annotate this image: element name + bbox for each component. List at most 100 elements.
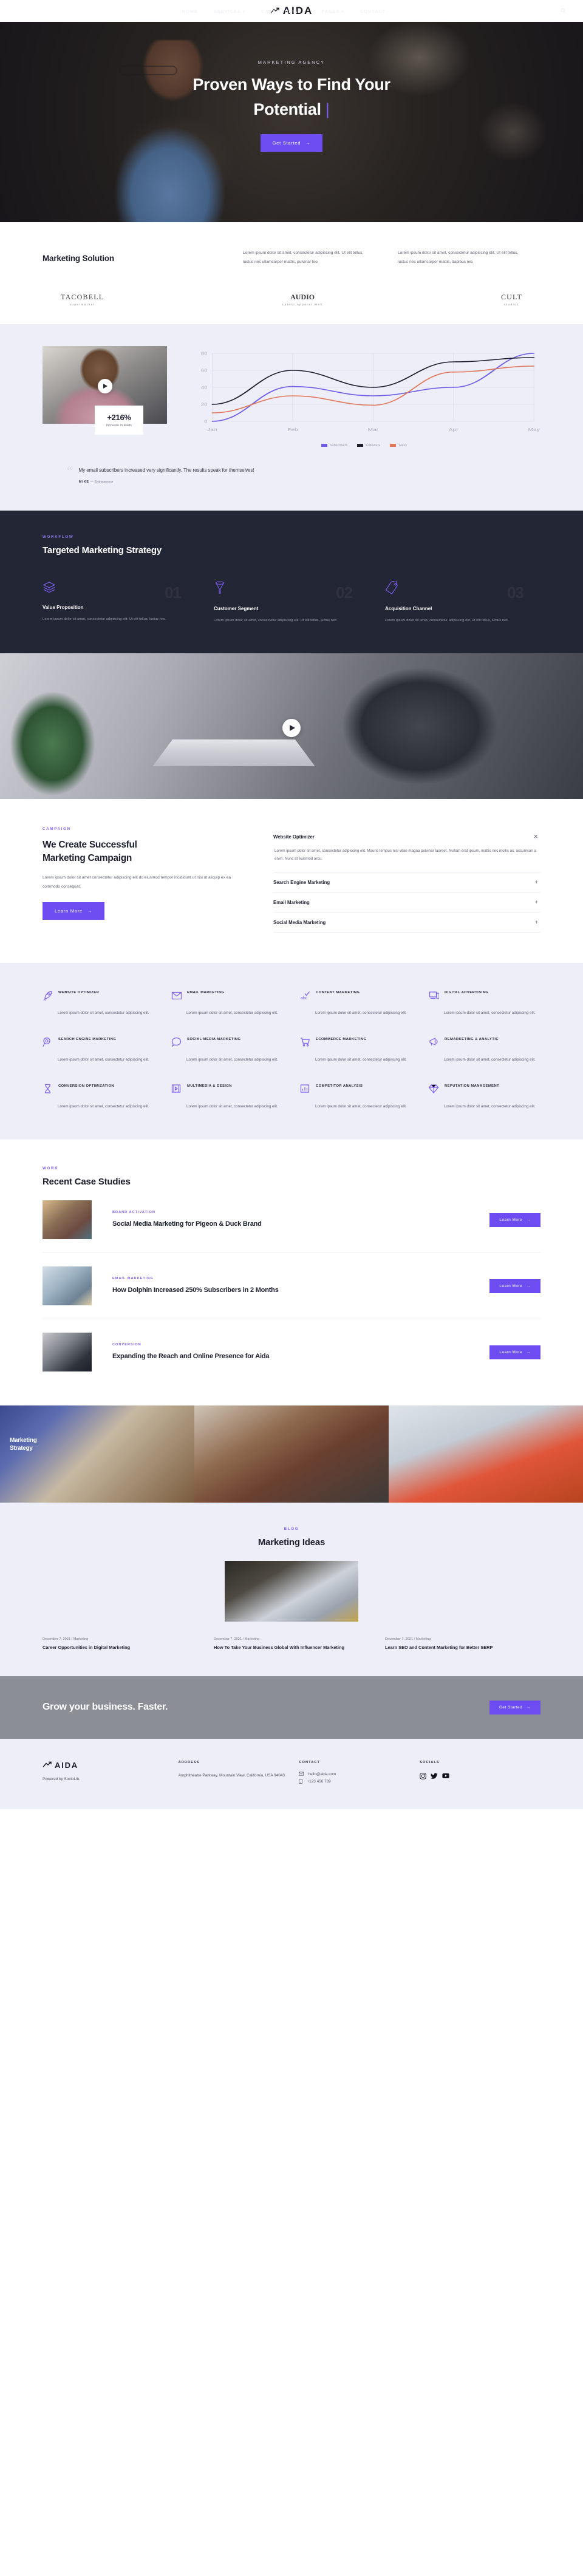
strip-photo-marketing-strategy [0, 1405, 194, 1503]
twitter-icon[interactable] [431, 1773, 438, 1779]
nav-item-pages[interactable]: PAGES ▾ [322, 8, 344, 14]
service-card[interactable]: WEBSITE OPTIMIZER Lorem ipsum dolor sit a… [43, 990, 154, 1017]
blog-post-card[interactable]: December 7, 2021 / Marketing Learn SEO a… [385, 1637, 540, 1652]
service-description: Lorem ipsum dolor sit amet, consectetur … [186, 1011, 278, 1016]
blog-post-title: How To Take Your Business Global With In… [214, 1645, 344, 1651]
service-card[interactable]: REMARKETING & ANALYTIC Lorem ipsum dolor … [429, 1036, 540, 1064]
case-study-row[interactable]: BRAND ACTIVATION Social Media Marketing … [43, 1187, 540, 1254]
close-icon[interactable]: ✕ [533, 834, 538, 840]
footer-phone-line[interactable]: +123 456 789 [299, 1778, 420, 1785]
service-card[interactable]: ECOMMERCE MARKETING Lorem ipsum dolor sit… [300, 1036, 412, 1064]
service-card[interactable]: SEARCH ENGINE MARKETING Lorem ipsum dolor… [43, 1036, 154, 1064]
svg-text:20: 20 [201, 402, 208, 407]
footer-brand-logo[interactable]: AIDA [43, 1761, 179, 1770]
workflow-eyebrow: WORKFLOW [43, 534, 74, 539]
svg-text:Mar: Mar [368, 427, 378, 432]
nav-item-case-studies[interactable]: CASE STUDIES ▾ [261, 8, 305, 14]
testimonial-video-card[interactable]: +216% increase in leads [43, 345, 167, 435]
arrow-right-icon: → [527, 1283, 531, 1288]
campaign-learn-more-button[interactable]: Learn More → [43, 902, 105, 920]
service-card[interactable]: abc CONTENT MARKETING Lorem ipsum dolor si… [300, 990, 412, 1017]
case-thumbnail [43, 1200, 92, 1240]
footer-address-heading: ADDRESS [178, 1760, 200, 1764]
play-icon[interactable] [282, 718, 301, 737]
service-name: SOCIAL MEDIA MARKETING [187, 1038, 241, 1042]
step-description: Lorem ipsum dolor sit amet, consectetur … [214, 618, 338, 622]
nav-links: HOME SERVICES ▾ CASE STUDIES ▾ PAGES ▾ CONT… [182, 8, 386, 14]
envelope-icon [171, 990, 182, 1004]
svg-text:May: May [528, 427, 540, 432]
hero-get-started-label: Get Started [272, 140, 301, 146]
service-card[interactable]: DIGITAL ADVERTISING Lorem ipsum dolor sit… [429, 990, 540, 1017]
blog-section: BLOG Marketing Ideas December 7, 2021 / … [0, 1503, 583, 1676]
service-card[interactable]: REPUTATION MANAGEMENT Lorem ipsum dolor s… [428, 1083, 540, 1110]
plus-icon[interactable]: + [535, 899, 538, 905]
service-card[interactable]: CONVERSION OPTIMIZATION Lorem ipsum dolor… [43, 1083, 154, 1110]
testimonial-author: MIKE — Entrepeneur [78, 480, 114, 484]
workflow-step-value-proposition: 01 Value Proposition Lorem ipsum dolor s… [43, 581, 198, 624]
plus-icon[interactable]: + [535, 919, 538, 925]
step-title: Customer Segment [214, 605, 259, 611]
chevron-down-icon: ▾ [341, 10, 344, 14]
video-banner-section[interactable] [0, 653, 583, 799]
accordion-header[interactable]: Website Optimizer ✕ [273, 827, 540, 847]
accordion-header[interactable]: Social Media Marketing + [273, 912, 540, 932]
hero-title-line1: Proven Ways to Find Your [193, 75, 390, 93]
service-card[interactable]: SOCIAL MEDIA MARKETING Lorem ipsum dolor … [171, 1036, 283, 1064]
footer-phone: +123 456 789 [307, 1779, 331, 1784]
instagram-icon[interactable] [420, 1773, 426, 1779]
cta-get-started-button[interactable]: Get Started → [489, 1700, 540, 1715]
footer-email: hello@aida.com [308, 1772, 336, 1776]
arrow-right-icon: → [527, 1705, 531, 1710]
arrow-right-icon: → [87, 908, 93, 914]
cta-heading: Grow your business. Faster. [43, 1702, 168, 1713]
accordion-header[interactable]: Search Engine Marketing + [273, 872, 540, 892]
blog-heading: Marketing Ideas [257, 1537, 326, 1548]
plus-icon[interactable]: + [535, 879, 538, 885]
youtube-icon[interactable] [442, 1773, 449, 1779]
accordion-header[interactable]: Email Marketing + [273, 892, 540, 912]
case-study-row[interactable]: EMAIL MARKETING How Dolphin Increased 25… [43, 1253, 540, 1320]
testimonial-text: My email subscribers increased very sign… [78, 467, 254, 473]
case-learn-more-button[interactable]: Learn More → [489, 1345, 540, 1359]
campaign-description: Lorem ipsum dolor sit amet consectetur a… [43, 875, 231, 889]
nav-item-contact[interactable]: CONTACT [360, 8, 386, 14]
service-description: Lorem ipsum dolor sit amet, consectetur … [315, 1058, 407, 1062]
step-number: 02 [336, 583, 353, 602]
footer-email-line[interactable]: hello@aida.com [299, 1772, 420, 1777]
hero-section: MARKETING AGENCY Proven Ways to Find You… [0, 22, 583, 222]
blog-post-card[interactable]: December 7, 2021 / Marketing Career Oppo… [43, 1637, 198, 1652]
footer-contact-column: CONTACT hello@aida.com +123 456 789 [299, 1761, 420, 1785]
nav-item-home[interactable]: HOME [182, 8, 198, 14]
top-navigation-bar: AIDA HOME SERVICES ▾ CASE STUDIES ▾ PAGES ▾… [0, 0, 583, 22]
case-learn-more-button[interactable]: Learn More → [489, 1279, 540, 1293]
hero-title-line2: Potential [253, 100, 321, 119]
blog-post-card[interactable]: December 7, 2021 / Marketing How To Take… [214, 1637, 369, 1652]
case-learn-more-button[interactable]: Learn More → [489, 1212, 540, 1227]
step-number: 01 [165, 583, 182, 602]
campaign-eyebrow: CAMPAIGN [43, 826, 71, 831]
accordion-item-social-media-marketing: Social Media Marketing + [273, 912, 540, 933]
client-logo-tacobell: TACOBELL supermarket [61, 292, 104, 306]
service-card[interactable]: MULTIMEDIA & DESIGN Lorem ipsum dolor sit… [171, 1083, 283, 1110]
case-tag: CONVERSION [112, 1342, 141, 1347]
arrow-right-icon: → [527, 1350, 531, 1354]
blog-post-meta: December 7, 2021 / Marketing [385, 1637, 431, 1642]
svg-text:abc: abc [301, 996, 308, 1001]
megaphone-icon [429, 1036, 439, 1050]
nav-item-services[interactable]: SERVICES ▾ [214, 8, 245, 14]
footer-contact-heading: CONTACT [299, 1760, 321, 1764]
search-icon[interactable] [561, 8, 566, 15]
hero-get-started-button[interactable]: Get Started → [260, 134, 323, 152]
service-description: Lorem ipsum dolor sit amet, consectetur … [58, 1058, 149, 1062]
blog-eyebrow: BLOG [284, 1527, 299, 1532]
campaign-heading: We Create Successful Marketing Campaign [43, 839, 137, 863]
play-icon[interactable] [97, 378, 112, 393]
workflow-section: WORKFLOW Targeted Marketing Strategy 01 … [0, 510, 583, 653]
service-card[interactable]: EMAIL MARKETING Lorem ipsum dolor sit ame… [171, 990, 283, 1017]
case-study-row[interactable]: CONVERSION Expanding the Reach and Onlin… [43, 1319, 540, 1385]
workflow-heading: Targeted Marketing Strategy [43, 545, 162, 556]
arrow-right-icon: → [527, 1217, 531, 1222]
service-card[interactable]: COMPETITOR ANALYSIS Lorem ipsum dolor sit… [300, 1083, 412, 1110]
film-icon [171, 1083, 182, 1097]
